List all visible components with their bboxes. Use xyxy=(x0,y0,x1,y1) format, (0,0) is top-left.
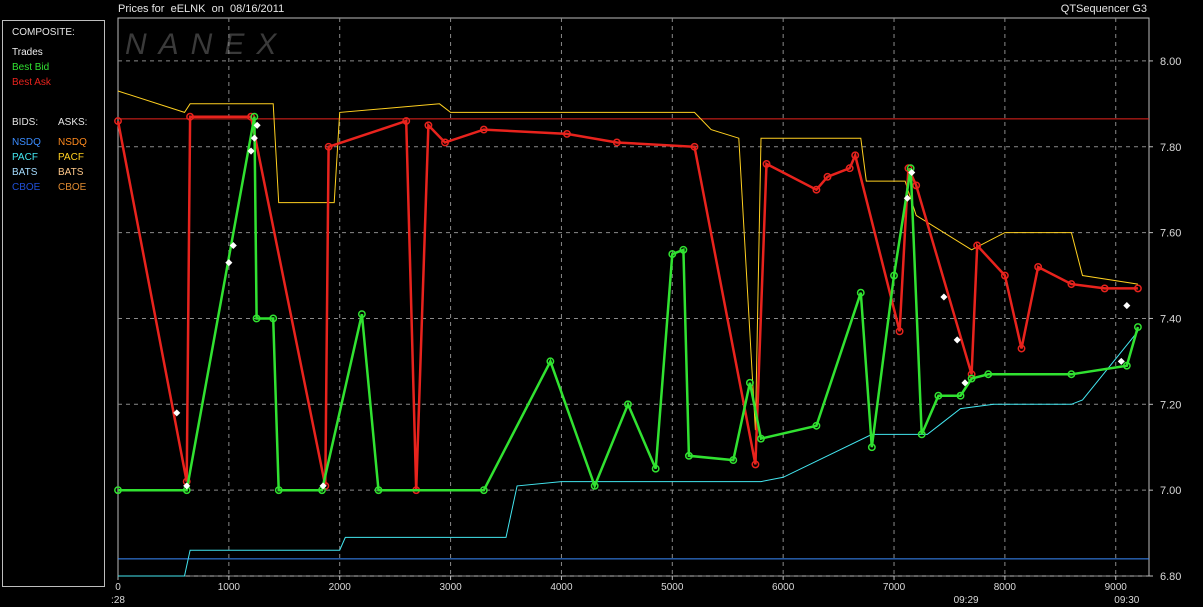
grid xyxy=(118,18,1149,577)
plot-frame xyxy=(117,17,1150,577)
x-tick-label: 4000 xyxy=(550,582,573,593)
x-tick-label: 6000 xyxy=(772,582,795,593)
best-ask-line xyxy=(116,115,1138,491)
x-tick-label: 8000 xyxy=(994,582,1017,593)
time-label: 09:29 xyxy=(954,595,979,606)
y-tick-label: 7.80 xyxy=(1160,142,1181,154)
time-label: 09:30 xyxy=(1114,595,1139,606)
trade-point xyxy=(940,293,948,301)
y-axis-labels: 6.80 7.00 7.20 7.40 7.60 7.80 8.00 xyxy=(1149,56,1181,583)
y-tick-label: 7.00 xyxy=(1160,485,1181,497)
y-tick-label: 7.40 xyxy=(1160,313,1181,325)
x-tick-label: 2000 xyxy=(329,582,352,593)
trade-point xyxy=(1123,302,1131,310)
x-tick-label: 0 xyxy=(115,582,121,593)
y-tick-label: 6.80 xyxy=(1160,571,1181,583)
x-tick-label: 5000 xyxy=(661,582,684,593)
x-tick-label: 7000 xyxy=(883,582,906,593)
pacf-bid-line xyxy=(118,330,1139,577)
series-layer xyxy=(114,90,1142,577)
x-tick-label: 3000 xyxy=(439,582,462,593)
x-axis-labels: 0 1000 2000 3000 4000 5000 6000 7000 8000 9000 :28… xyxy=(111,576,1140,606)
time-label: :28 xyxy=(111,595,125,606)
y-tick-label: 8.00 xyxy=(1160,56,1181,68)
x-tick-label: 1000 xyxy=(218,582,241,593)
x-tick-label: 9000 xyxy=(1105,582,1128,593)
y-tick-label: 7.60 xyxy=(1160,228,1181,240)
y-tick-label: 7.20 xyxy=(1160,399,1181,411)
watermark: NANEX xyxy=(125,28,288,61)
best-bid-line xyxy=(118,116,1140,492)
price-chart: NANEX 6.80 7.00 7.20 7.40 7.60 7.80 8.00 0 1000… xyxy=(111,17,1181,606)
